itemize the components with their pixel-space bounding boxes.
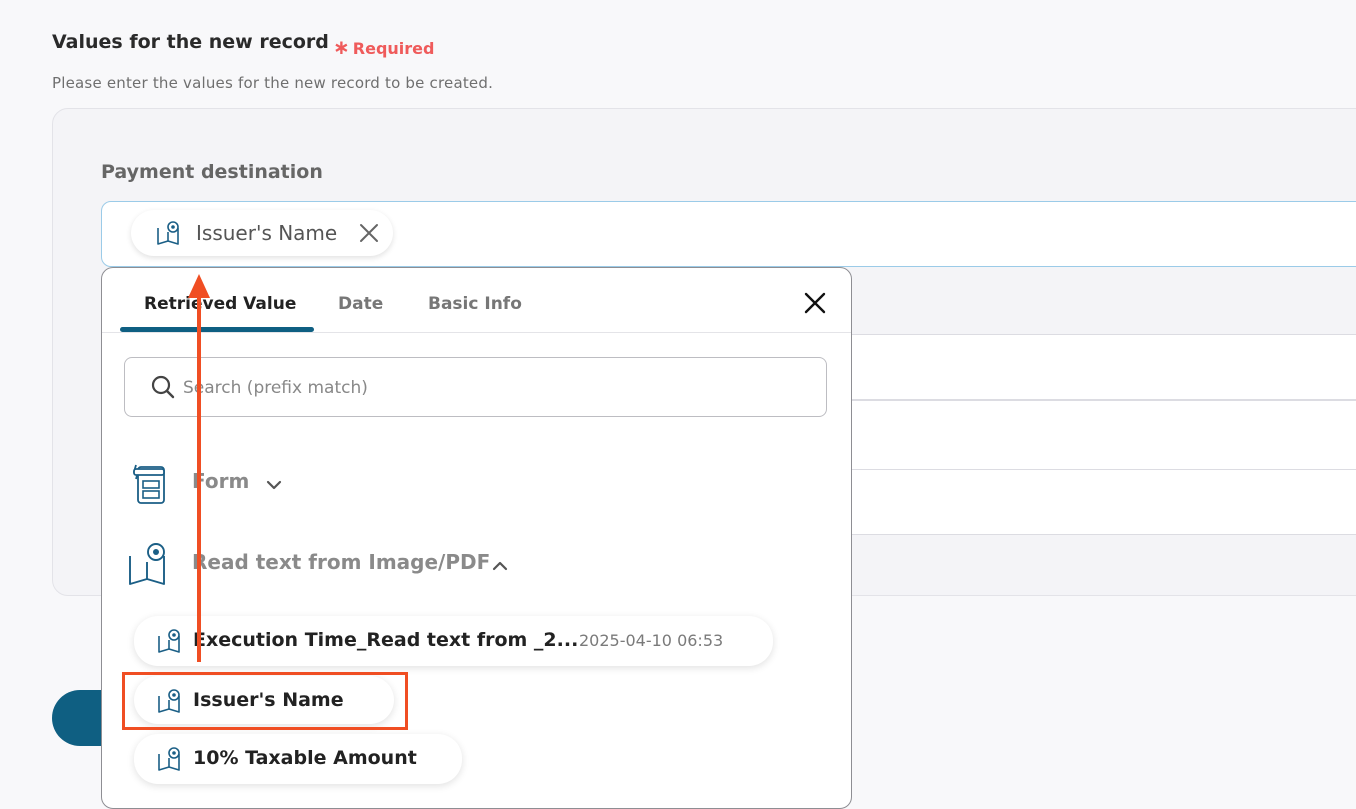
tab-divider (102, 332, 851, 333)
chevron-up-icon (492, 561, 508, 571)
item-label: Execution Time_Read text from _2... (193, 629, 579, 651)
tab-basic-info[interactable]: Basic Info (428, 294, 522, 314)
ocr-book-icon (129, 543, 165, 585)
remove-chip-icon[interactable] (358, 222, 380, 244)
background-field-row[interactable] (848, 334, 1356, 400)
payment-destination-label: Payment destination (101, 161, 323, 183)
required-label: Required (352, 39, 435, 58)
tab-date[interactable]: Date (338, 294, 383, 314)
item-label: 10% Taxable Amount (193, 747, 417, 769)
list-item[interactable]: Execution Time_Read text from _2... 2025… (134, 616, 773, 666)
section-description: Please enter the values for the new reco… (52, 74, 494, 92)
asterisk-icon: ∗ (333, 35, 350, 59)
chip-label: Issuer's Name (196, 221, 338, 245)
background-field-row[interactable] (848, 469, 1356, 535)
section-title: Values for the new record (52, 31, 329, 53)
ocr-book-icon (158, 629, 180, 653)
ocr-book-icon (158, 747, 180, 771)
form-icon (133, 464, 165, 504)
annotation-highlight-box (122, 672, 408, 730)
chevron-down-icon (266, 480, 282, 490)
close-icon[interactable] (802, 290, 828, 316)
list-item[interactable]: 10% Taxable Amount (134, 734, 462, 784)
background-field-row[interactable] (848, 400, 1356, 470)
search-input[interactable] (181, 370, 785, 406)
search-box[interactable] (124, 357, 827, 417)
tab-retrieved-value[interactable]: Retrieved Value (144, 294, 296, 314)
group-label: Form (192, 469, 250, 493)
item-timestamp: 2025-04-10 06:53 (579, 631, 724, 650)
group-label: Read text from Image/PDF (192, 550, 491, 574)
search-icon (151, 375, 175, 399)
selected-value-chip[interactable]: Issuer's Name (131, 210, 393, 256)
ocr-book-icon (157, 221, 179, 245)
required-badge: ∗ Required (333, 35, 434, 59)
